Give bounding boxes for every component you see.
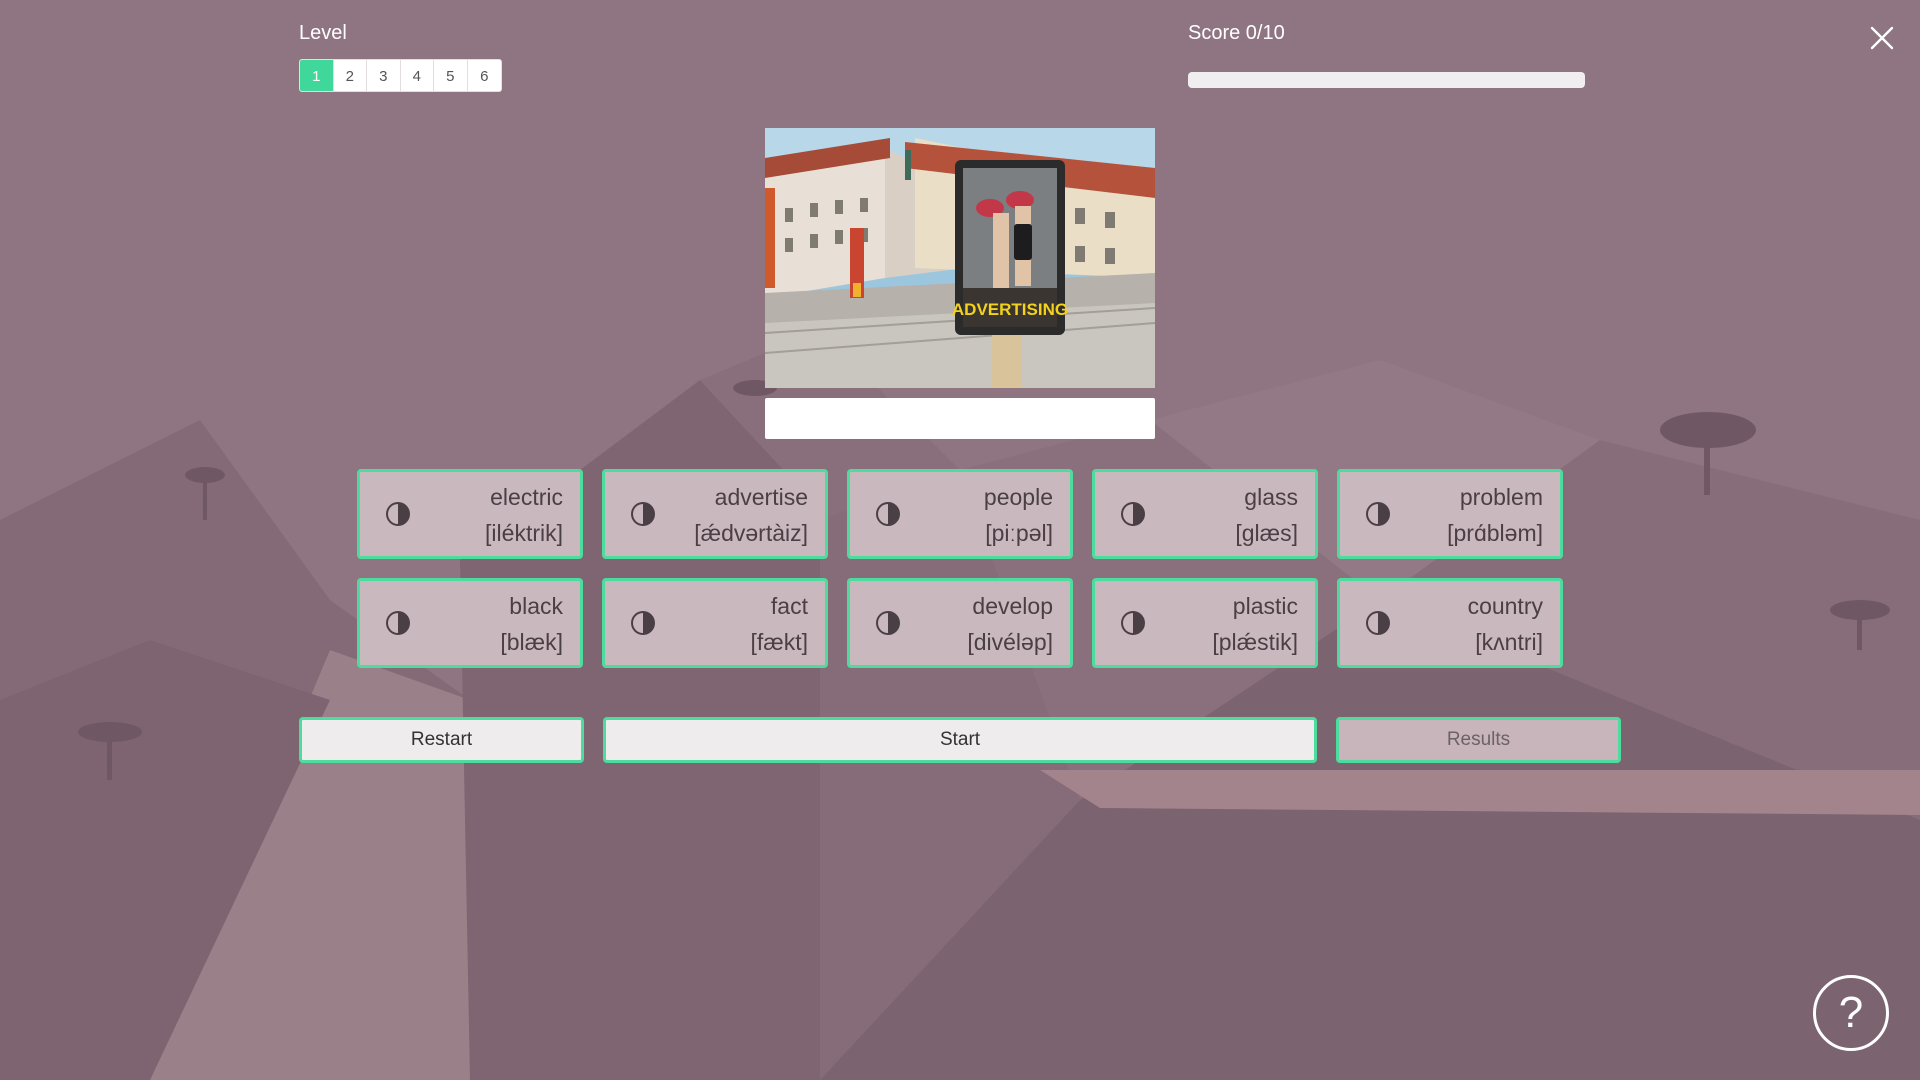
word-ipa: [piːpəl]: [985, 520, 1053, 546]
word-card-advertise[interactable]: advertise [ǽdvərtàiz]: [602, 469, 828, 559]
question-photo: ADVERTISING: [765, 128, 1155, 388]
word-text: country: [1467, 593, 1543, 619]
word-ipa: [prɑ́bləm]: [1447, 520, 1543, 546]
speaker-icon: [631, 611, 655, 635]
results-button[interactable]: Results: [1336, 717, 1621, 763]
speaker-icon: [1366, 502, 1390, 526]
word-card-country[interactable]: country [kʌntri]: [1337, 578, 1563, 668]
word-text: develop: [972, 593, 1053, 619]
start-button[interactable]: Start: [603, 717, 1317, 763]
word-text: fact: [770, 593, 808, 619]
word-card-black[interactable]: black [blæk]: [357, 578, 583, 668]
speaker-icon: [631, 502, 655, 526]
word-ipa: [iléktrik]: [485, 520, 563, 546]
speaker-icon: [386, 611, 410, 635]
level-tab-3[interactable]: 3: [367, 60, 401, 91]
poster-text: ADVERTISING: [952, 300, 1068, 319]
level-tab-5[interactable]: 5: [434, 60, 468, 91]
word-grid: electric [iléktrik] advertise [ǽdvərtàiz…: [357, 469, 1563, 668]
help-icon: ?: [1838, 988, 1864, 1037]
word-card-glass[interactable]: glass [ɡlæs]: [1092, 469, 1318, 559]
score-label: Score 0/10: [1188, 22, 1285, 44]
speaker-icon: [1366, 611, 1390, 635]
help-button[interactable]: ?: [1813, 975, 1889, 1051]
level-tab-4[interactable]: 4: [400, 60, 434, 91]
word-ipa: [ɡlæs]: [1235, 520, 1298, 546]
word-text: electric: [490, 484, 563, 510]
speaker-icon: [1121, 611, 1145, 635]
word-ipa: [kʌntri]: [1475, 629, 1543, 655]
word-text: plastic: [1232, 593, 1298, 619]
word-card-fact[interactable]: fact [fækt]: [602, 578, 828, 668]
word-text: people: [983, 484, 1053, 510]
word-card-people[interactable]: people [piːpəl]: [847, 469, 1073, 559]
word-ipa: [divéləp]: [967, 629, 1053, 655]
level-tab-2[interactable]: 2: [333, 60, 367, 91]
speaker-icon: [876, 502, 900, 526]
word-text: problem: [1459, 484, 1543, 510]
level-tab-6[interactable]: 6: [467, 60, 501, 91]
word-ipa: [blæk]: [500, 629, 563, 655]
level-tab-1[interactable]: 1: [300, 60, 334, 91]
word-text: advertise: [714, 484, 808, 510]
word-text: glass: [1244, 484, 1298, 510]
close-button[interactable]: [1868, 24, 1896, 52]
speaker-icon: [876, 611, 900, 635]
answer-input[interactable]: [765, 398, 1155, 439]
word-text: black: [509, 593, 563, 619]
speaker-icon: [1121, 502, 1145, 526]
close-icon: [1870, 26, 1894, 50]
restart-button[interactable]: Restart: [299, 717, 584, 763]
word-card-problem[interactable]: problem [prɑ́bləm]: [1337, 469, 1563, 559]
score-progress-bar: [1188, 72, 1585, 88]
word-card-develop[interactable]: develop [divéləp]: [847, 578, 1073, 668]
word-card-electric[interactable]: electric [iléktrik]: [357, 469, 583, 559]
speaker-icon: [386, 502, 410, 526]
word-card-plastic[interactable]: plastic [plǽstik]: [1092, 578, 1318, 668]
level-label: Level: [299, 22, 347, 44]
word-ipa: [plǽstik]: [1212, 629, 1298, 655]
word-ipa: [ǽdvərtàiz]: [694, 520, 808, 546]
level-selector: 1 2 3 4 5 6: [299, 59, 502, 92]
word-ipa: [fækt]: [750, 629, 808, 655]
